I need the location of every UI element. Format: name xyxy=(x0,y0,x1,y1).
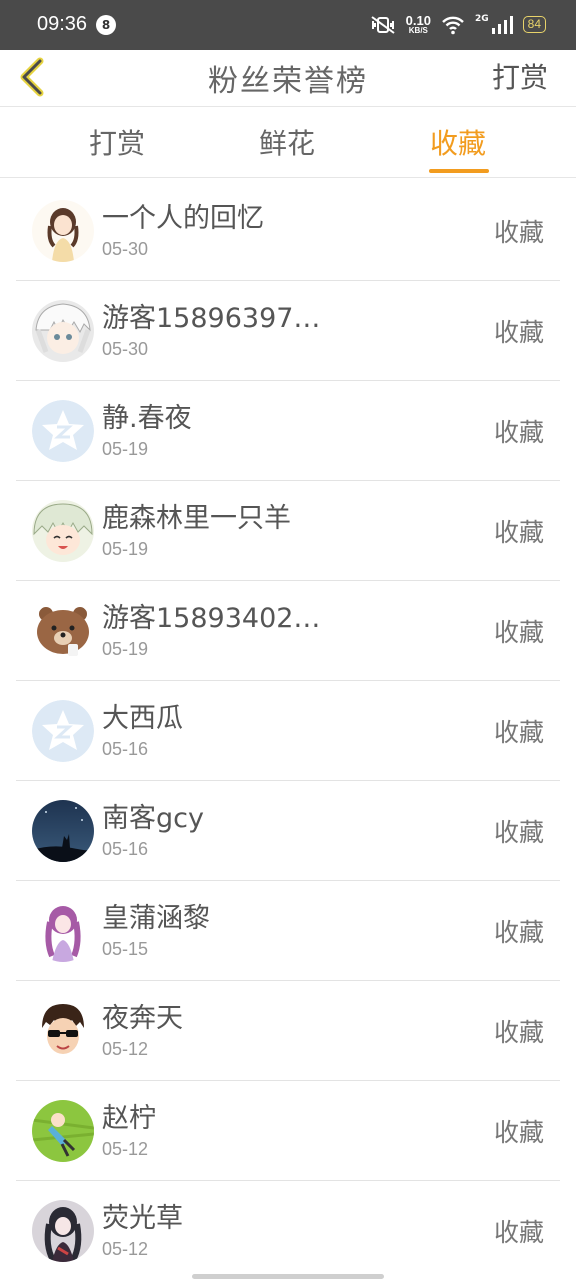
dark-anime-avatar xyxy=(32,1200,94,1262)
fan-name: 荧光草 xyxy=(102,1203,183,1234)
fan-name: 皇蒲涵黎 xyxy=(102,903,210,934)
list-item[interactable]: 一个人的回忆 05-30 收藏 xyxy=(16,181,560,281)
fan-date: 05-19 xyxy=(102,439,149,459)
list-item[interactable]: 荧光草 05-12 收藏 xyxy=(16,1181,560,1280)
fan-date: 05-12 xyxy=(102,1139,149,1159)
action-label: 收藏 xyxy=(493,218,544,247)
battery-indicator: 84 xyxy=(522,16,546,33)
wifi-icon xyxy=(442,16,464,34)
action-label: 收藏 xyxy=(493,1118,544,1147)
default-star-avatar xyxy=(32,400,94,462)
fan-name: 赵柠 xyxy=(102,1103,156,1134)
action-label: 收藏 xyxy=(493,918,544,947)
active-tab-indicator xyxy=(429,169,489,173)
fan-name: 一个人的回忆 xyxy=(102,203,264,234)
fan-name: 夜奔天 xyxy=(102,1003,183,1034)
signal-icon xyxy=(491,15,513,34)
network-type: 2G xyxy=(474,13,489,24)
action-label: 收藏 xyxy=(493,718,544,747)
list-item[interactable]: 大西瓜 05-16 收藏 xyxy=(16,681,560,781)
action-label: 收藏 xyxy=(493,418,544,447)
list-item[interactable]: 静.春夜 05-19 收藏 xyxy=(16,381,560,481)
fan-name: 静.春夜 xyxy=(102,403,192,434)
night-wolf-avatar xyxy=(32,800,94,862)
list-item[interactable]: 夜奔天 05-12 收藏 xyxy=(16,981,560,1081)
list-item[interactable]: 游客15896397… 05-30 收藏 xyxy=(16,281,560,381)
list-item[interactable]: 鹿森林里一只羊 05-19 收藏 xyxy=(16,481,560,581)
laughing-anime-avatar xyxy=(32,500,94,562)
page-title: 粉丝荣誉榜 xyxy=(208,64,368,99)
fan-name: 大西瓜 xyxy=(102,703,183,734)
tab-reward[interactable]: 打赏 xyxy=(89,122,145,162)
fan-name: 鹿森林里一只羊 xyxy=(102,503,291,534)
list-item[interactable]: 赵柠 05-12 收藏 xyxy=(16,1081,560,1181)
action-label: 收藏 xyxy=(493,1218,544,1247)
anime-girl-avatar xyxy=(32,200,94,262)
fan-date: 05-16 xyxy=(102,739,149,759)
action-label: 收藏 xyxy=(493,818,544,847)
fan-list: 一个人的回忆 05-30 收藏 游客15896397… 05-30 收藏 静.春… xyxy=(16,181,560,1280)
fan-date: 05-15 xyxy=(102,939,149,959)
fan-date: 05-19 xyxy=(102,539,149,559)
action-label: 收藏 xyxy=(493,618,544,647)
action-label: 收藏 xyxy=(493,518,544,547)
white-hair-boy-avatar xyxy=(32,300,94,362)
fan-date: 05-30 xyxy=(102,339,149,359)
tab-flowers[interactable]: 鲜花 xyxy=(259,122,315,162)
header-bar: 粉丝荣誉榜 打赏 xyxy=(0,50,576,107)
status-bar: 09:36 8 0.10 KB/S 2G 84 xyxy=(0,0,576,50)
net-speed-unit: KB/S xyxy=(408,26,428,35)
list-item[interactable]: 游客15893402… 05-19 收藏 xyxy=(16,581,560,681)
fan-date: 05-30 xyxy=(102,239,149,259)
reward-button[interactable]: 打赏 xyxy=(492,56,548,96)
tab-bar: 打赏 鲜花 收藏 xyxy=(0,108,576,178)
list-item[interactable]: 南客gcy 05-16 收藏 xyxy=(16,781,560,881)
fan-date: 05-12 xyxy=(102,1039,149,1059)
brown-bear-avatar xyxy=(32,600,94,662)
fan-name: 游客15896397… xyxy=(102,303,321,334)
fan-date: 05-19 xyxy=(102,639,149,659)
action-label: 收藏 xyxy=(493,318,544,347)
notification-badge: 8 xyxy=(96,15,116,35)
fan-name: 游客15893402… xyxy=(102,603,321,634)
status-icons: 0.10 KB/S 2G 84 xyxy=(370,14,546,35)
status-time: 09:36 xyxy=(37,13,88,35)
mute-vibrate-icon xyxy=(371,15,395,34)
fan-name: 南客gcy xyxy=(102,803,204,834)
list-item[interactable]: 皇蒲涵黎 05-15 收藏 xyxy=(16,881,560,981)
purple-anime-avatar xyxy=(32,900,94,962)
tab-favorites[interactable]: 收藏 xyxy=(430,122,486,162)
default-star-avatar xyxy=(32,700,94,762)
fan-date: 05-16 xyxy=(102,839,149,859)
network-speed: 0.10 KB/S xyxy=(406,14,431,35)
fan-date: 05-12 xyxy=(102,1239,149,1259)
green-lawn-avatar xyxy=(32,1100,94,1162)
sunglasses-boy-avatar xyxy=(32,1000,94,1062)
action-label: 收藏 xyxy=(493,1018,544,1047)
home-indicator[interactable] xyxy=(192,1274,384,1279)
